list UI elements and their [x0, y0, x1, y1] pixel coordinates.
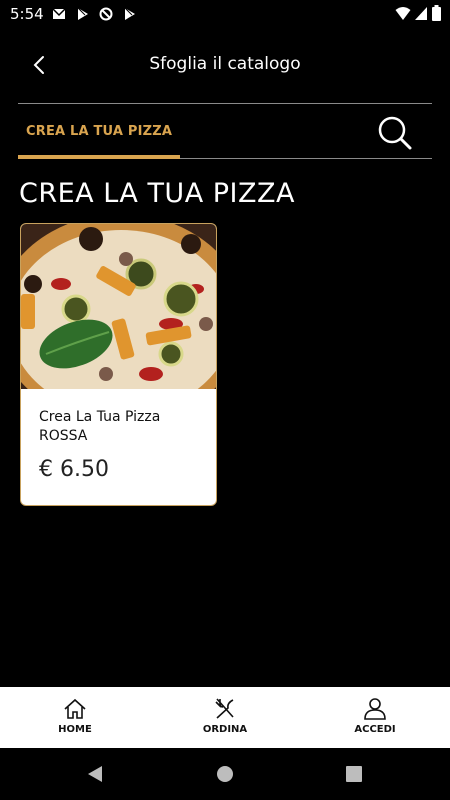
cell-signal-icon	[415, 7, 427, 20]
tab-label: CREA LA TUA PIZZA	[26, 124, 173, 139]
blocked-notification-icon	[99, 7, 113, 21]
search-icon	[378, 116, 412, 150]
wifi-icon	[395, 7, 411, 20]
nav-ordina-label: ORDINA	[202, 724, 248, 735]
gmail-notification-icon	[52, 8, 66, 19]
play-store-notification-icon-2	[124, 7, 135, 20]
system-home-icon[interactable]	[216, 765, 234, 783]
user-icon	[364, 698, 386, 720]
nav-home-label: HOME	[58, 724, 92, 735]
bottom-navigation: HOME ORDINA ACCEDI	[0, 687, 450, 748]
product-name: Crea La Tua Pizza ROSSA	[39, 409, 161, 444]
nav-accedi-label: ACCEDI	[354, 724, 396, 735]
nav-accedi[interactable]: ACCEDI	[315, 687, 435, 748]
fork-knife-icon	[215, 698, 234, 719]
section-title: CREA LA TUA PIZZA	[19, 178, 295, 209]
tab-indicator	[18, 155, 180, 159]
play-store-notification-icon	[77, 7, 88, 20]
battery-icon	[432, 5, 441, 21]
status-time: 5:54	[10, 5, 44, 23]
nav-ordina[interactable]: ORDINA	[165, 687, 285, 748]
divider	[180, 158, 432, 159]
status-bar: 5:54	[0, 0, 450, 28]
system-recents-icon[interactable]	[346, 766, 362, 782]
home-icon	[64, 698, 86, 719]
nav-home[interactable]: HOME	[15, 687, 135, 748]
search-button[interactable]	[374, 112, 414, 152]
system-navigation-bar	[0, 748, 450, 800]
system-back-icon[interactable]	[86, 765, 104, 783]
product-price: € 6.50	[39, 457, 109, 482]
product-card[interactable]: Crea La Tua Pizza ROSSA € 6.50	[20, 223, 217, 506]
page-title: Sfoglia il catalogo	[149, 54, 301, 74]
pizza-image	[21, 224, 216, 389]
